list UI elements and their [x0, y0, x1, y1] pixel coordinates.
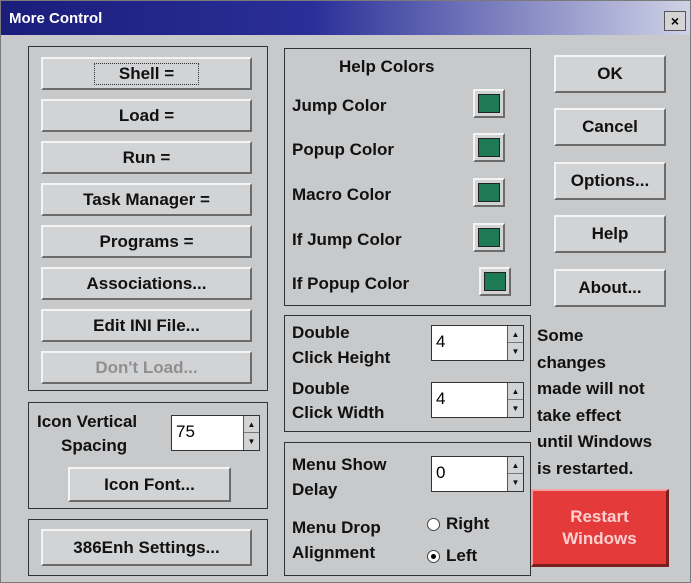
double-click-width-spinner[interactable]: 4 ▲ ▼	[431, 382, 524, 418]
if-popup-color-swatch[interactable]	[479, 267, 511, 296]
double-click-width-label-line2: Click Width	[292, 403, 385, 422]
about-button[interactable]: About...	[554, 269, 666, 307]
radio-right-label: Right	[446, 514, 490, 533]
menu-drop-alignment-label-line1: Menu Drop	[292, 518, 381, 537]
shell-button-label: Shell =	[93, 62, 200, 85]
double-click-width-value[interactable]: 4	[436, 389, 445, 409]
note-line-3: made will not	[537, 379, 645, 398]
spin-up-icon[interactable]: ▲	[244, 416, 259, 433]
macro-color-swatch[interactable]	[473, 178, 505, 207]
programs-button[interactable]: Programs =	[41, 225, 252, 258]
close-button[interactable]: ×	[664, 11, 686, 31]
spin-down-icon[interactable]: ▼	[508, 343, 523, 360]
popup-color-swatch[interactable]	[473, 133, 505, 162]
radio-left[interactable]: Left	[427, 546, 477, 566]
radio-right[interactable]: Right	[427, 514, 489, 534]
spin-down-icon[interactable]: ▼	[508, 474, 523, 491]
associations-button[interactable]: Associations...	[41, 267, 252, 300]
if-jump-color-label: If Jump Color	[292, 230, 402, 249]
note-line-4: take effect	[537, 405, 622, 425]
note-line-5: until Windows	[537, 432, 653, 451]
restart-label-line1: Restart	[570, 506, 629, 526]
jump-color-swatch[interactable]	[473, 89, 505, 118]
double-click-width-label-line1: Double	[292, 379, 350, 398]
restart-windows-button[interactable]: Restart Windows	[531, 489, 669, 567]
if-jump-color-fill	[478, 228, 500, 247]
title-bar: More Control ×	[1, 1, 690, 35]
macro-color-label: Macro Color	[292, 185, 392, 204]
icon-spacing-label-line2: Spacing	[61, 436, 128, 455]
restart-note: Some changes made will not take effect u…	[537, 323, 687, 482]
menu-show-delay-label-line2: Delay	[292, 480, 338, 499]
if-jump-color-swatch[interactable]	[473, 223, 505, 252]
shell-button[interactable]: Shell =	[41, 57, 252, 90]
popup-color-label: Popup Color	[292, 140, 394, 159]
icon-font-button[interactable]: Icon Font...	[68, 467, 231, 502]
radio-left-circle	[427, 549, 440, 563]
menu-drop-alignment-label-line2: Alignment	[292, 543, 376, 562]
double-click-height-label-line1: Double	[292, 323, 350, 342]
menu-show-delay-spinner[interactable]: 0 ▲ ▼	[431, 456, 524, 492]
radio-right-circle	[427, 517, 440, 531]
icon-spacing-value[interactable]: 75	[176, 422, 195, 442]
386enh-settings-button[interactable]: 386Enh Settings...	[41, 529, 252, 566]
ok-button[interactable]: OK	[554, 55, 666, 93]
radio-left-label: Left	[446, 546, 478, 565]
menu-show-delay-label-line1: Menu Show	[292, 455, 387, 474]
restart-label-line2: Windows	[562, 528, 637, 548]
icon-spacing-spinner[interactable]: 75 ▲ ▼	[171, 415, 260, 451]
help-button[interactable]: Help	[554, 215, 666, 253]
spin-up-icon[interactable]: ▲	[508, 326, 523, 343]
jump-color-fill	[478, 94, 500, 113]
window-title: More Control	[9, 10, 103, 27]
note-line-2: changes	[537, 352, 606, 372]
more-control-dialog: More Control × Shell = Load = Run = Task…	[0, 0, 691, 583]
task-manager-button[interactable]: Task Manager =	[41, 183, 252, 216]
double-click-height-label-line2: Click Height	[292, 348, 391, 367]
spin-down-icon[interactable]: ▼	[244, 433, 259, 450]
spin-down-icon[interactable]: ▼	[508, 400, 523, 417]
if-popup-color-fill	[484, 272, 506, 291]
double-click-height-value[interactable]: 4	[436, 332, 445, 352]
macro-color-fill	[478, 183, 500, 202]
run-button[interactable]: Run =	[41, 141, 252, 174]
jump-color-label: Jump Color	[292, 96, 387, 115]
popup-color-fill	[478, 138, 500, 157]
menu-show-delay-value[interactable]: 0	[436, 463, 445, 483]
help-colors-title: Help Colors	[339, 57, 435, 76]
if-popup-color-label: If Popup Color	[292, 274, 410, 293]
spin-up-icon[interactable]: ▲	[508, 383, 523, 400]
double-click-height-spinner[interactable]: 4 ▲ ▼	[431, 325, 524, 361]
note-line-6: is restarted.	[537, 458, 634, 478]
dont-load-button: Don't Load...	[41, 351, 252, 384]
spin-up-icon[interactable]: ▲	[508, 457, 523, 474]
edit-ini-file-button[interactable]: Edit INI File...	[41, 309, 252, 342]
cancel-button[interactable]: Cancel	[554, 108, 666, 146]
options-button[interactable]: Options...	[554, 162, 666, 200]
note-line-1: Some	[537, 326, 584, 345]
icon-spacing-label-line1: Icon Vertical	[37, 412, 138, 431]
load-button[interactable]: Load =	[41, 99, 252, 132]
